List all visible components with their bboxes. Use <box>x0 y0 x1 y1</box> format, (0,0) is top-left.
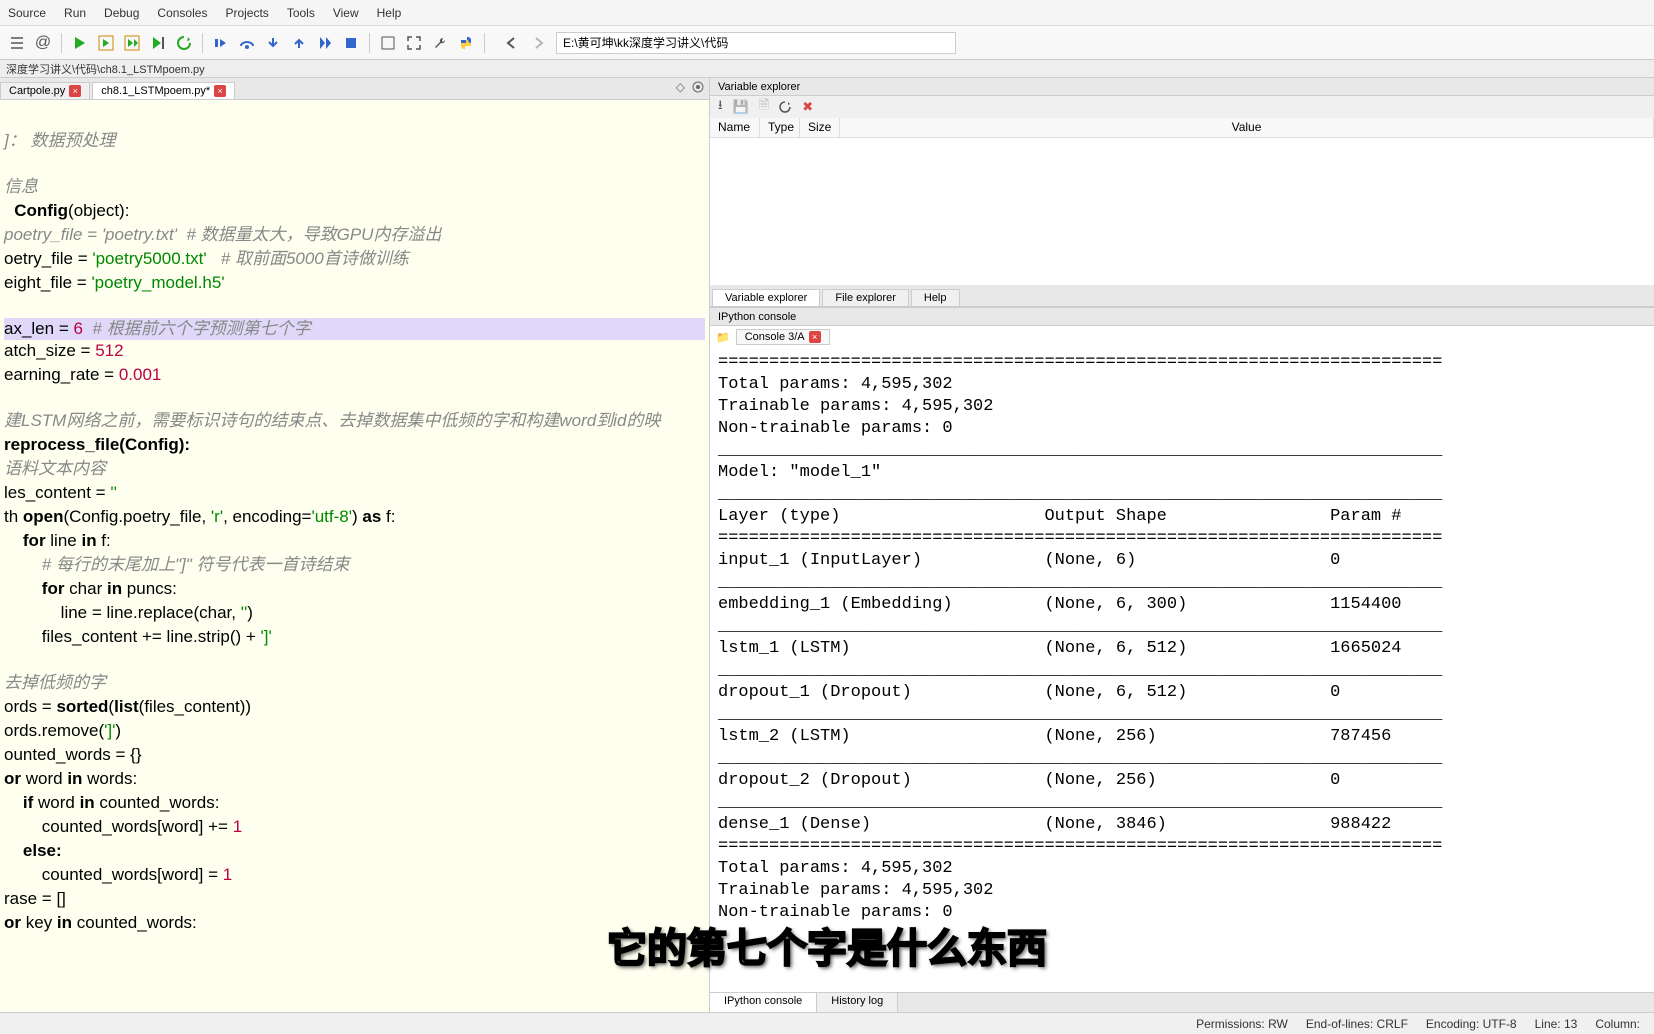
menu-help[interactable]: Help <box>377 6 402 20</box>
tab-cartpole[interactable]: Cartpole.py× <box>0 82 90 99</box>
menubar: Source Run Debug Consoles Projects Tools… <box>0 0 1654 26</box>
run-icon[interactable] <box>69 32 91 54</box>
at-icon[interactable]: @ <box>32 32 54 54</box>
console-output[interactable]: ========================================… <box>710 348 1654 992</box>
save-icon[interactable]: 💾 <box>733 99 749 115</box>
variable-explorer-pane: Variable explorer ⭳ 💾 🗎 ✖ Name Type Size… <box>710 78 1654 308</box>
list-icon[interactable] <box>6 32 28 54</box>
status-encoding: Encoding: UTF-8 <box>1426 1017 1517 1031</box>
tab-help[interactable]: Help <box>911 289 960 306</box>
step-over-icon[interactable] <box>236 32 258 54</box>
step-out-icon[interactable] <box>288 32 310 54</box>
menu-view[interactable]: View <box>333 6 359 20</box>
menu-tools[interactable]: Tools <box>287 6 315 20</box>
ipc-title: IPython console <box>718 311 796 323</box>
menu-consoles[interactable]: Consoles <box>157 6 207 20</box>
ve-body <box>710 138 1654 285</box>
refresh-icon[interactable] <box>779 101 792 114</box>
continue-icon[interactable] <box>314 32 336 54</box>
stop-icon[interactable] <box>340 32 362 54</box>
menu-debug[interactable]: Debug <box>104 6 139 20</box>
delete-icon[interactable]: ✖ <box>802 99 813 115</box>
forward-icon[interactable] <box>528 32 550 54</box>
dock-icon[interactable]: ◇ <box>676 80 685 94</box>
python-icon[interactable] <box>455 32 477 54</box>
col-size[interactable]: Size <box>800 118 840 137</box>
back-icon[interactable] <box>500 32 522 54</box>
tab-ipython-console[interactable]: IPython console <box>710 993 817 1012</box>
menu-source[interactable]: Source <box>8 6 46 20</box>
tab-variable-explorer[interactable]: Variable explorer <box>712 289 820 306</box>
breadcrumb: 深度学习讲义\代码\ch8.1_LSTMpoem.py <box>0 60 1654 78</box>
ve-title: Variable explorer <box>718 81 800 93</box>
maximize-icon[interactable] <box>377 32 399 54</box>
col-type[interactable]: Type <box>760 118 800 137</box>
col-value[interactable]: Value <box>840 118 1654 137</box>
path-input[interactable] <box>556 32 956 54</box>
close-icon[interactable]: × <box>809 331 821 343</box>
status-eol: End-of-lines: CRLF <box>1306 1017 1408 1031</box>
tab-file-explorer[interactable]: File explorer <box>822 289 909 306</box>
status-column: Column: <box>1595 1017 1640 1031</box>
toolbar: @ <box>0 26 1654 60</box>
col-name[interactable]: Name <box>710 118 760 137</box>
tab-lstmpoem[interactable]: ch8.1_LSTMpoem.py*× <box>92 82 235 99</box>
run-selection-icon[interactable] <box>147 32 169 54</box>
run-cell-advance-icon[interactable] <box>121 32 143 54</box>
ipython-console: IPython console 📁 Console 3/A× =========… <box>710 308 1654 1012</box>
video-subtitle: 它的第七个字是什么东西 <box>607 916 1047 974</box>
code-text: (object): <box>68 201 129 220</box>
options-icon[interactable] <box>691 80 705 94</box>
status-line: Line: 13 <box>1535 1017 1578 1031</box>
editor-tabs: Cartpole.py× ch8.1_LSTMpoem.py*× ◇ <box>0 78 709 100</box>
import-icon[interactable]: ⭳ <box>718 96 723 118</box>
statusbar: Permissions: RW End-of-lines: CRLF Encod… <box>0 1012 1654 1034</box>
status-permissions: Permissions: RW <box>1196 1017 1288 1031</box>
close-icon[interactable]: × <box>214 85 226 97</box>
fullscreen-icon[interactable] <box>403 32 425 54</box>
rerun-icon[interactable] <box>173 32 195 54</box>
browse-icon[interactable]: 📁 <box>716 331 730 344</box>
run-cell-icon[interactable] <box>95 32 117 54</box>
save-as-icon[interactable]: 🗎 <box>759 96 769 118</box>
step-into-icon[interactable] <box>262 32 284 54</box>
tab-history-log[interactable]: History log <box>817 993 898 1012</box>
code-editor[interactable]: ]： 数据预处理 信息 Config(object): poetry_file … <box>0 100 709 1012</box>
ve-header: Name Type Size Value <box>710 118 1654 138</box>
wrench-icon[interactable] <box>429 32 451 54</box>
debug-step-icon[interactable] <box>210 32 232 54</box>
menu-projects[interactable]: Projects <box>225 6 268 20</box>
console-tab[interactable]: Console 3/A× <box>736 329 830 345</box>
menu-run[interactable]: Run <box>64 6 86 20</box>
close-icon[interactable]: × <box>69 85 81 97</box>
